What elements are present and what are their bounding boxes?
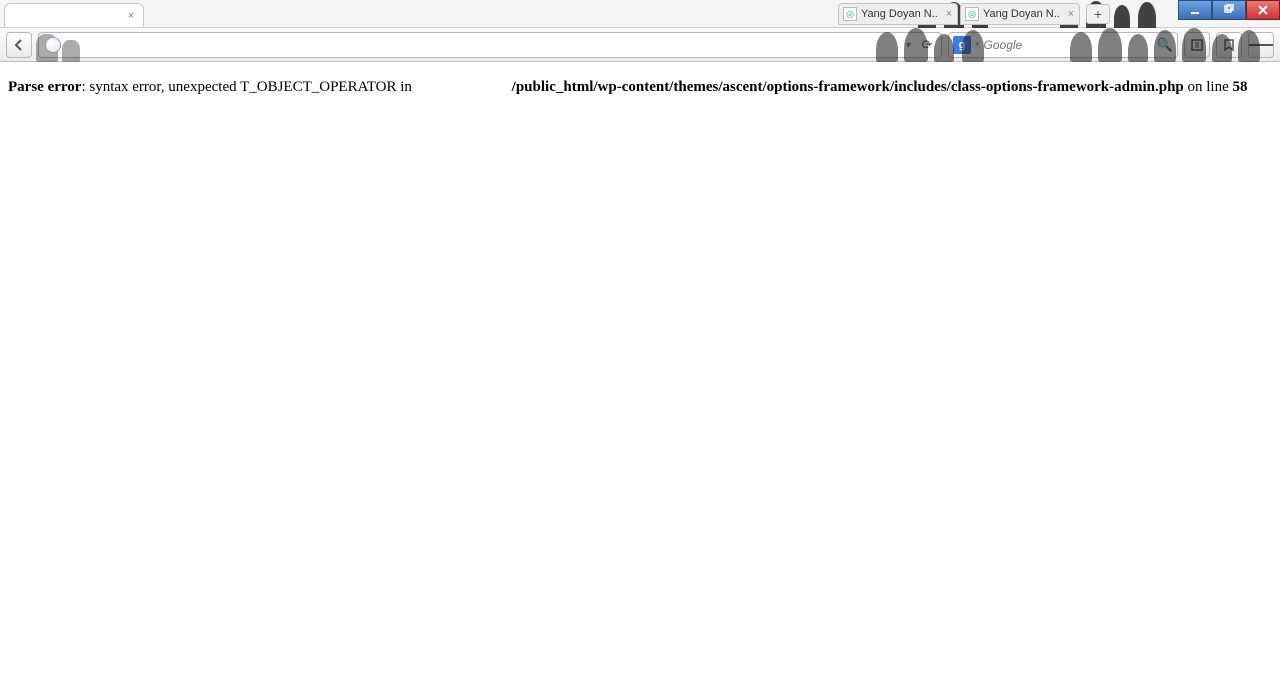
window-maximize-button[interactable] — [1212, 0, 1246, 20]
favicon-icon: ◎ — [965, 7, 979, 21]
reload-button[interactable]: ⟳ — [919, 37, 935, 53]
error-label: Parse error — [8, 79, 81, 95]
menu-button[interactable] — [1248, 32, 1274, 58]
back-button[interactable] — [6, 32, 32, 58]
window-minimize-button[interactable] — [1178, 0, 1212, 20]
background-tabs: ◎ Yang Doyan N.. × ◎ Yang Doyan N.. × + — [838, 3, 1110, 25]
page-content: Parse error: syntax error, unexpected T_… — [0, 62, 1280, 113]
address-bar[interactable]: ▼ ⟳ — [38, 32, 942, 58]
tab-close-icon[interactable]: × — [946, 8, 952, 20]
search-icon[interactable]: 🔍 — [1157, 37, 1173, 53]
tab-label: Yang Doyan N.. — [861, 8, 938, 20]
error-path: /public_html/wp-content/themes/ascent/op… — [512, 79, 1184, 95]
downloads-button[interactable] — [1184, 32, 1210, 58]
tab-label: Yang Doyan N.. — [983, 8, 1060, 20]
error-line: 58 — [1233, 79, 1248, 95]
tab-strip: × ◎ Yang Doyan N.. × ◎ Yang Doyan N.. × … — [0, 0, 1280, 28]
tab-background-2[interactable]: ◎ Yang Doyan N.. × — [960, 3, 1080, 25]
search-bar[interactable]: g ▾ 🔍 — [948, 32, 1178, 58]
bookmarks-button[interactable] — [1216, 32, 1242, 58]
window-controls — [1178, 0, 1280, 20]
chevron-down-icon[interactable]: ▾ — [975, 39, 980, 50]
tab-close-icon[interactable]: × — [125, 10, 137, 22]
new-tab-button[interactable]: + — [1086, 4, 1110, 24]
globe-icon — [45, 37, 61, 53]
error-message: : syntax error, unexpected T_OBJECT_OPER… — [81, 79, 415, 95]
error-online: on line — [1184, 79, 1233, 95]
toolbar: ▼ ⟳ g ▾ 🔍 — [0, 28, 1280, 62]
url-input[interactable] — [67, 38, 898, 52]
tab-active[interactable]: × — [4, 3, 144, 27]
favicon-icon: ◎ — [843, 7, 857, 21]
tab-background-1[interactable]: ◎ Yang Doyan N.. × — [838, 3, 958, 25]
search-input[interactable] — [984, 38, 1153, 52]
dropdown-icon[interactable]: ▼ — [904, 40, 913, 50]
tab-close-icon[interactable]: × — [1068, 8, 1074, 20]
window-close-button[interactable] — [1246, 0, 1280, 20]
search-engine-icon[interactable]: g — [953, 36, 971, 54]
